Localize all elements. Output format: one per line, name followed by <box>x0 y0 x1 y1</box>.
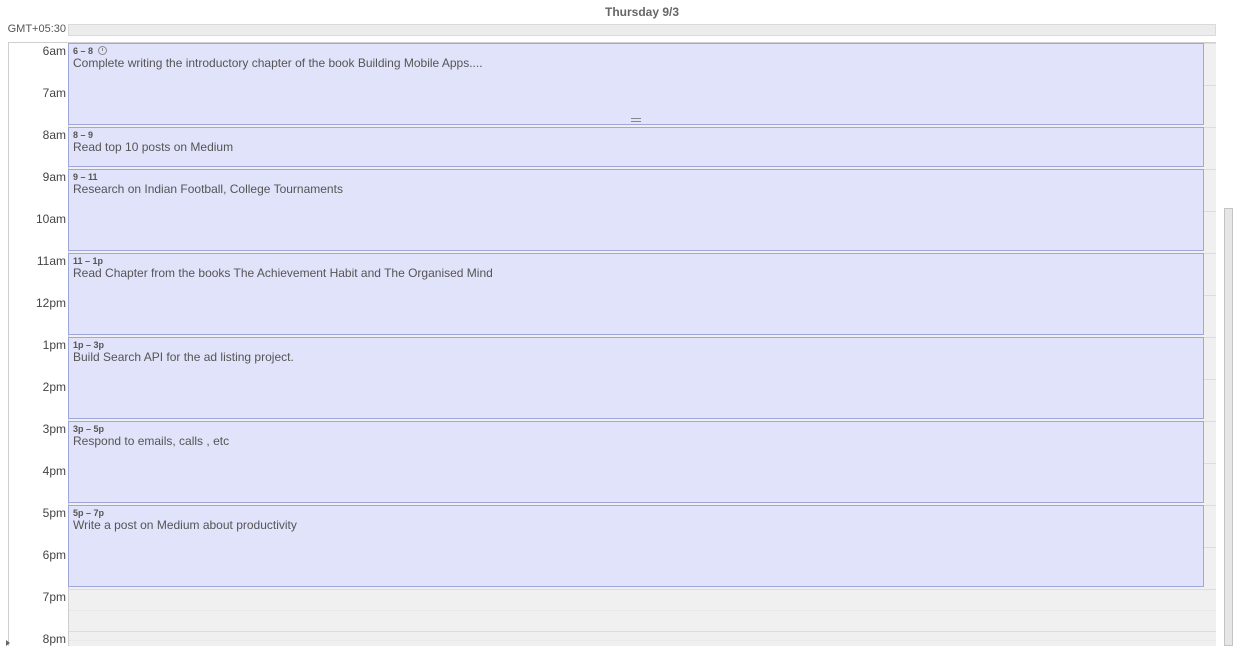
hour-label-7am: 7am <box>42 86 66 100</box>
hour-label-2pm: 2pm <box>42 380 66 394</box>
corner-marker-icon <box>6 640 10 646</box>
hour-label-8pm: 8pm <box>42 632 66 646</box>
hour-label-1pm: 1pm <box>42 338 66 352</box>
hour-label-9am: 9am <box>42 170 66 184</box>
hour-label-3pm: 3pm <box>42 422 66 436</box>
event-time: 3p – 5p <box>73 424 105 434</box>
hour-label-6pm: 6pm <box>42 548 66 562</box>
vertical-scrollbar[interactable] <box>1224 208 1233 646</box>
day-header[interactable]: Thursday 9/3 <box>68 5 1216 21</box>
half-hour-gridline <box>69 640 1216 641</box>
event-block[interactable]: 8 – 9 Read top 10 posts on Medium <box>68 127 1204 167</box>
event-time: 1p – 3p <box>73 340 105 350</box>
event-time: 5p – 7p <box>73 508 105 518</box>
event-title: Write a post on Medium about productivit… <box>73 518 297 532</box>
event-block[interactable]: 1p – 3p Build Search API for the ad list… <box>68 337 1204 419</box>
day-time-grid[interactable]: 6am 7am 8am 9am 10am 11am 12pm 1pm 2pm 3… <box>8 42 1216 646</box>
all-day-events-strip[interactable] <box>68 24 1216 36</box>
hour-gridline <box>9 589 1216 590</box>
event-block[interactable]: 6 – 8 Complete writing the introductory … <box>68 43 1204 125</box>
time-gutter: 6am 7am 8am 9am 10am 11am 12pm 1pm 2pm 3… <box>9 43 69 646</box>
event-title: Read Chapter from the books The Achievem… <box>73 266 493 280</box>
half-hour-gridline <box>69 610 1216 611</box>
hour-label-4pm: 4pm <box>42 464 66 478</box>
resize-handle[interactable] <box>631 118 641 122</box>
hour-label-10am: 10am <box>35 212 66 226</box>
event-title: Build Search API for the ad listing proj… <box>73 350 294 364</box>
hour-label-8am: 8am <box>42 128 66 142</box>
event-time: 11 – 1p <box>73 256 104 266</box>
hour-label-6am: 6am <box>42 44 66 58</box>
hour-label-11am: 11am <box>36 254 66 268</box>
event-title: Complete writing the introductory chapte… <box>73 56 483 70</box>
event-title: Research on Indian Football, College Tou… <box>73 182 343 196</box>
event-title: Read top 10 posts on Medium <box>73 140 234 154</box>
event-block[interactable]: 3p – 5p Respond to emails, calls , etc <box>68 421 1204 503</box>
hour-label-7pm: 7pm <box>42 590 66 604</box>
event-block[interactable]: 11 – 1p Read Chapter from the books The … <box>68 253 1204 335</box>
event-block[interactable]: 9 – 11 Research on Indian Football, Coll… <box>68 169 1204 251</box>
event-block[interactable]: 5p – 7p Write a post on Medium about pro… <box>68 505 1204 587</box>
event-time: 6 – 8 <box>73 46 94 56</box>
event-time: 8 – 9 <box>73 130 94 140</box>
hour-label-12pm: 12pm <box>35 296 66 310</box>
event-time: 9 – 11 <box>73 172 98 182</box>
hour-gridline <box>9 631 1216 632</box>
event-title: Respond to emails, calls , etc <box>73 434 230 448</box>
timezone-label: GMT+05:30 <box>7 23 66 35</box>
hour-label-5pm: 5pm <box>42 506 66 520</box>
alarm-clock-icon <box>98 46 108 55</box>
